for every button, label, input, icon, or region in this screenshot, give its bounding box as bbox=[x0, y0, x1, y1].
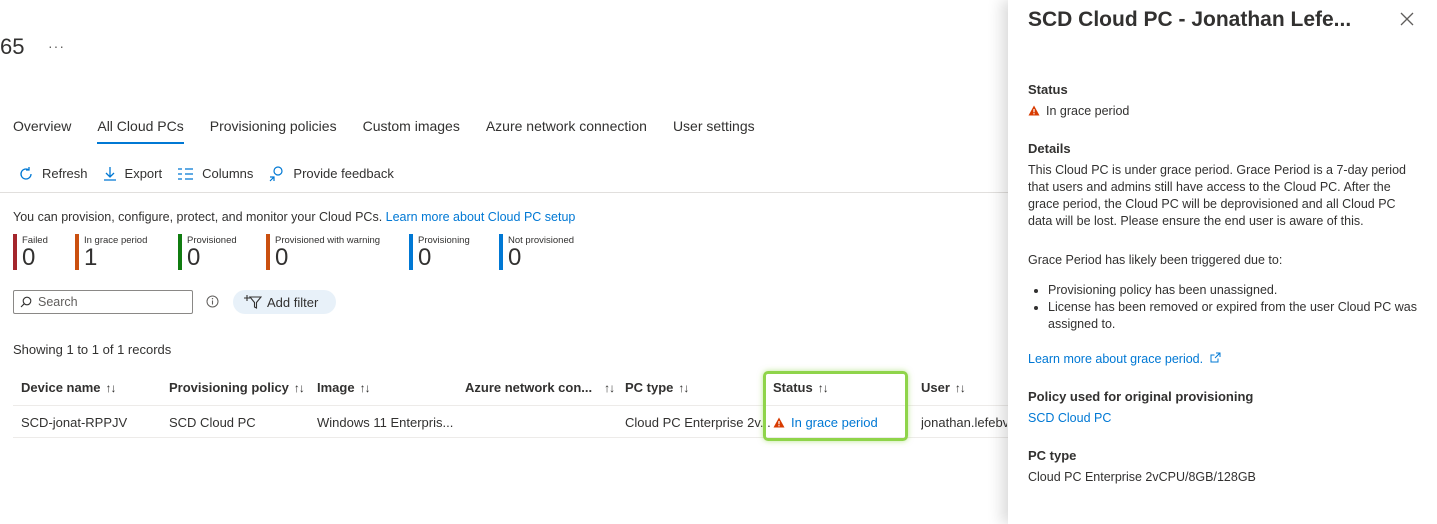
column-header-user[interactable]: User ↑↓ bbox=[921, 380, 966, 395]
tile-color-bar bbox=[13, 234, 17, 270]
trigger-reasons-list: Provisioning policy has been unassigned.… bbox=[1048, 282, 1428, 333]
close-icon[interactable] bbox=[1400, 12, 1414, 26]
tab-azure-network-connection[interactable]: Azure network connection bbox=[486, 118, 647, 144]
status-highlight bbox=[763, 371, 908, 441]
column-header-provisioning-policy[interactable]: Provisioning policy ↑↓ bbox=[169, 380, 305, 395]
warning-icon bbox=[1028, 105, 1040, 116]
cell-device-name[interactable]: SCD-jonat-RPPJV bbox=[21, 415, 127, 430]
external-link-icon[interactable] bbox=[1210, 352, 1221, 363]
tile-count: 1 bbox=[84, 244, 98, 271]
add-filter-label: Add filter bbox=[267, 294, 319, 310]
tile-count: 0 bbox=[508, 244, 522, 271]
sort-icon[interactable]: ↑↓ bbox=[106, 381, 117, 395]
tile-color-bar bbox=[409, 234, 413, 270]
tab-custom-images[interactable]: Custom images bbox=[363, 118, 460, 144]
tile-count: 0 bbox=[22, 244, 36, 271]
policy-heading: Policy used for original provisioning bbox=[1028, 389, 1254, 404]
column-header-label: Azure network con... bbox=[465, 380, 593, 395]
cell-provisioning-policy: SCD Cloud PC bbox=[169, 415, 256, 430]
toolbar: Refresh Export Columns Provide feedback bbox=[18, 165, 409, 182]
tile-provisioned-with-warning[interactable]: Provisioned with warning 0 bbox=[266, 234, 380, 272]
tab-provisioning-policies[interactable]: Provisioning policies bbox=[210, 118, 337, 144]
provide-feedback-button[interactable]: Provide feedback bbox=[268, 165, 394, 182]
sort-icon[interactable]: ↑↓ bbox=[294, 381, 305, 395]
filter-icon bbox=[244, 295, 262, 309]
tab-user-settings[interactable]: User settings bbox=[673, 118, 755, 144]
columns-button[interactable]: Columns bbox=[177, 166, 253, 181]
intro-description: You can provision, configure, protect, a… bbox=[13, 210, 386, 224]
refresh-icon bbox=[20, 166, 32, 180]
policy-link[interactable]: SCD Cloud PC bbox=[1028, 410, 1423, 427]
sort-icon[interactable]: ↑↓ bbox=[955, 381, 966, 395]
tile-not-provisioned[interactable]: Not provisioned 0 bbox=[499, 234, 574, 272]
learn-more-grace-period: Learn more about grace period. bbox=[1028, 351, 1423, 368]
list-item: License has been removed or expired from… bbox=[1048, 299, 1428, 333]
status-heading: Status bbox=[1028, 82, 1068, 97]
trigger-text: Grace Period has likely been triggered d… bbox=[1028, 253, 1283, 267]
sort-icon[interactable]: ↑↓ bbox=[360, 381, 371, 395]
refresh-label: Refresh bbox=[42, 166, 88, 181]
status-value: In grace period bbox=[1028, 103, 1423, 120]
tile-color-bar bbox=[178, 234, 182, 270]
column-header-azure-network-connection[interactable]: Azure network con... ↑↓ bbox=[465, 380, 615, 395]
details-text: This Cloud PC is under grace period. Gra… bbox=[1028, 163, 1406, 228]
column-header-label: Image bbox=[317, 380, 355, 395]
tile-provisioning[interactable]: Provisioning 0 bbox=[409, 234, 470, 272]
learn-more-grace-period-link[interactable]: Learn more about grace period. bbox=[1028, 352, 1203, 366]
search-box[interactable] bbox=[13, 290, 193, 314]
add-filter-button[interactable]: Add filter bbox=[233, 290, 337, 314]
tab-overview[interactable]: Overview bbox=[13, 118, 71, 144]
more-options-button[interactable]: ··· bbox=[48, 38, 65, 54]
cell-image: Windows 11 Enterpris... bbox=[317, 415, 454, 430]
feedback-icon bbox=[269, 166, 284, 182]
tile-color-bar bbox=[266, 234, 270, 270]
intro-text: You can provision, configure, protect, a… bbox=[13, 210, 575, 224]
page-title: 65 bbox=[0, 34, 25, 59]
status-value-text: In grace period bbox=[1046, 104, 1130, 118]
column-header-device-name[interactable]: Device name ↑↓ bbox=[21, 380, 117, 395]
provide-feedback-label: Provide feedback bbox=[293, 166, 394, 181]
columns-icon bbox=[178, 167, 194, 180]
tile-count: 0 bbox=[275, 244, 289, 271]
tile-color-bar bbox=[75, 234, 79, 270]
tile-count: 0 bbox=[418, 244, 432, 271]
cell-user: jonathan.lefebv bbox=[921, 415, 1007, 430]
cell-pc-type: Cloud PC Enterprise 2v... bbox=[625, 415, 771, 430]
download-icon bbox=[103, 166, 116, 181]
tile-failed[interactable]: Failed 0 bbox=[13, 234, 48, 272]
sort-icon[interactable]: ↑↓ bbox=[604, 381, 615, 395]
panel-title: SCD Cloud PC - Jonathan Lefe... bbox=[1028, 8, 1352, 31]
tab-bar: Overview All Cloud PCs Provisioning poli… bbox=[13, 118, 781, 144]
records-count: Showing 1 to 1 of 1 records bbox=[13, 342, 172, 357]
column-header-pc-type[interactable]: PC type ↑↓ bbox=[625, 380, 689, 395]
learn-more-cloud-pc-setup-link[interactable]: Learn more about Cloud PC setup bbox=[386, 210, 576, 224]
export-label: Export bbox=[124, 166, 163, 181]
info-icon[interactable] bbox=[206, 295, 219, 308]
column-header-image[interactable]: Image ↑↓ bbox=[317, 380, 371, 395]
pc-type-heading: PC type bbox=[1028, 448, 1077, 463]
toolbar-divider bbox=[0, 192, 1008, 193]
columns-label: Columns bbox=[202, 166, 254, 181]
column-header-label: PC type bbox=[625, 380, 674, 395]
tile-in-grace-period[interactable]: In grace period 1 bbox=[75, 234, 147, 272]
column-header-label: User bbox=[921, 380, 950, 395]
sort-icon[interactable]: ↑↓ bbox=[678, 381, 689, 395]
refresh-button[interactable]: Refresh bbox=[18, 166, 88, 182]
tile-provisioned[interactable]: Provisioned 0 bbox=[178, 234, 237, 272]
tab-all-cloud-pcs[interactable]: All Cloud PCs bbox=[97, 118, 184, 144]
pc-type-value: Cloud PC Enterprise 2vCPU/8GB/128GB bbox=[1028, 470, 1256, 484]
column-header-label: Device name bbox=[21, 380, 101, 395]
details-heading: Details bbox=[1028, 141, 1071, 156]
tile-count: 0 bbox=[187, 244, 201, 271]
tile-label: Provisioned with warning bbox=[275, 235, 381, 246]
list-item: Provisioning policy has been unassigned. bbox=[1048, 282, 1428, 299]
detail-panel: SCD Cloud PC - Jonathan Lefe... Status I… bbox=[1008, 0, 1437, 524]
search-icon bbox=[20, 296, 32, 308]
column-header-label: Provisioning policy bbox=[169, 380, 289, 395]
export-button[interactable]: Export bbox=[103, 166, 163, 182]
tile-color-bar bbox=[499, 234, 503, 270]
search-input[interactable] bbox=[38, 295, 178, 309]
